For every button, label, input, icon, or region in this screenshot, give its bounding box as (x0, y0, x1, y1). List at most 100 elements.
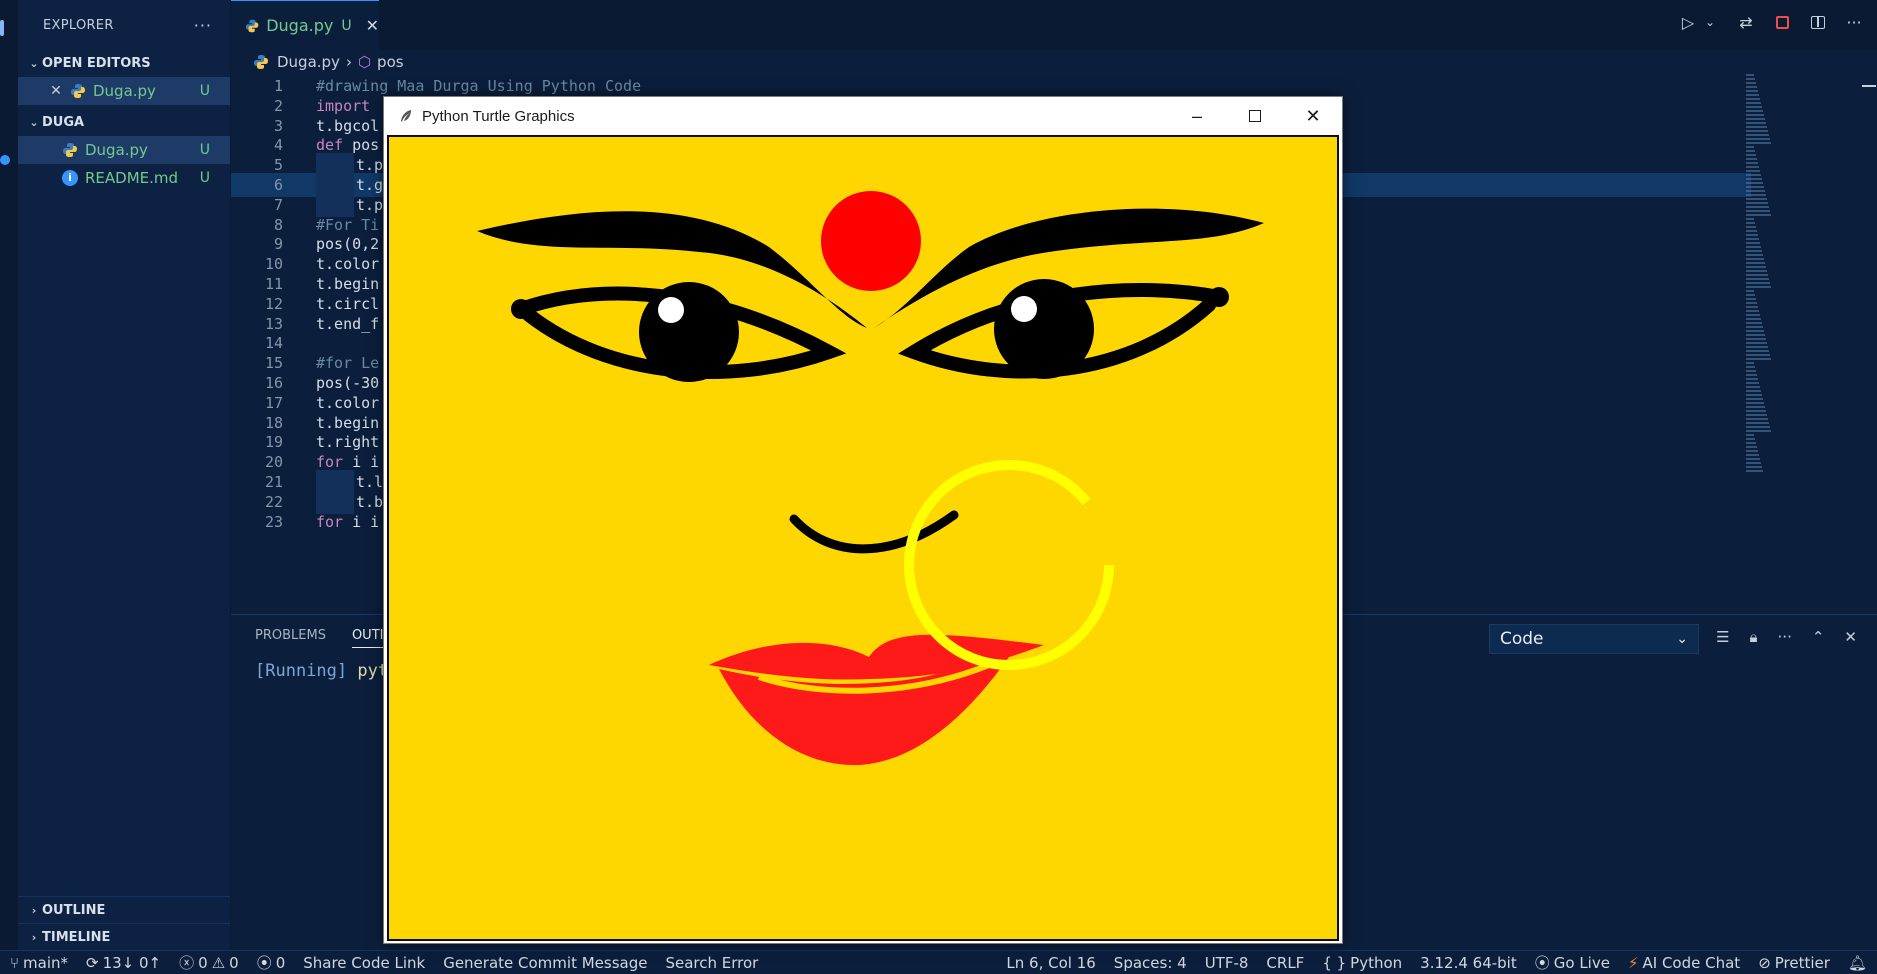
python-icon (63, 143, 77, 157)
close-icon[interactable]: ✕ (1844, 628, 1857, 646)
scroll-marker (1862, 85, 1876, 87)
search-error[interactable]: Search Error (665, 952, 758, 973)
prettier[interactable]: ⊘ Prettier (1758, 952, 1830, 973)
minimap-line (1746, 218, 1754, 220)
generate-commit-message[interactable]: Generate Commit Message (443, 952, 647, 973)
tab-problems[interactable]: PROBLEMS (255, 628, 326, 648)
indentation[interactable]: Spaces: 4 (1114, 952, 1187, 973)
left-iris (639, 282, 739, 382)
minimap-line (1746, 122, 1766, 124)
broadcast-icon: ⦿ (1534, 954, 1550, 972)
interpreter[interactable]: 3.12.4 64-bit (1420, 952, 1517, 973)
file-item-readme[interactable]: i README.md U (18, 164, 230, 192)
tab-output[interactable]: OUTI (351, 628, 384, 648)
lock-icon[interactable]: 🔒︎ (1750, 628, 1758, 646)
minimap-line (1746, 366, 1755, 368)
minimap-line (1746, 330, 1764, 332)
feather-icon (401, 110, 411, 122)
more-actions-icon[interactable]: ··· (1845, 13, 1863, 32)
explorer-activity-icon[interactable] (0, 20, 4, 36)
minimap-line (1746, 214, 1771, 216)
output-text: [Running] pyt (255, 661, 388, 681)
ai-code-chat[interactable]: ⚡︎ AI Code Chat (1628, 952, 1740, 973)
minimap-line (1746, 374, 1757, 376)
python-icon (245, 19, 259, 32)
maximize-icon[interactable] (1226, 97, 1284, 135)
right-iris (994, 279, 1094, 379)
tab-duga-py[interactable]: Duga.py U ✕ (231, 0, 379, 50)
breadcrumb-file[interactable]: Duga.py (277, 53, 340, 71)
file-item-duga-py[interactable]: Duga.py U (18, 136, 230, 164)
minimap-line (1746, 162, 1758, 164)
open-editor-item[interactable]: ✕ Duga.py U (18, 77, 230, 105)
status-bar: ⑂ main* ⟳ 13↓ 0↑ ⓧ 0 ⚠ 0 ⦿ 0 Share Code Link G… (0, 950, 1877, 974)
branch-name: main* (23, 953, 68, 972)
sync-item[interactable]: ⟳ 13↓ 0↑ (86, 952, 161, 973)
source-control-badge-icon[interactable] (0, 155, 10, 165)
turtle-graphics-window[interactable]: Python Turtle Graphics – ✕ (383, 96, 1343, 944)
close-icon[interactable]: ✕ (46, 83, 66, 99)
chevron-up-icon[interactable]: ⌃ (1812, 628, 1825, 646)
branch-item[interactable]: ⑂ main* (10, 952, 68, 973)
minimap-line (1746, 174, 1761, 176)
minimap-line (1746, 418, 1768, 420)
minimap-line (1746, 210, 1770, 212)
outline-section[interactable]: › OUTLINE (18, 896, 230, 923)
language-mode[interactable]: { } Python (1322, 952, 1402, 973)
clear-output-icon[interactable]: ☰ (1716, 628, 1729, 646)
turtle-canvas (387, 135, 1339, 941)
minimize-icon[interactable]: – (1168, 97, 1226, 135)
more-actions-icon[interactable]: ··· (1778, 628, 1792, 646)
minimap-line (1746, 230, 1757, 232)
minimap-line (1746, 438, 1755, 440)
minimap-line (1746, 206, 1769, 208)
open-editors-title: OPEN EDITORS (42, 56, 151, 71)
window-titlebar[interactable]: Python Turtle Graphics – ✕ (384, 97, 1342, 135)
line-ending[interactable]: CRLF (1266, 952, 1304, 973)
left-eye-highlight (658, 297, 684, 323)
minimap-line (1746, 158, 1757, 160)
open-editors-section[interactable]: ⌄ OPEN EDITORS (18, 50, 230, 77)
minimap-line (1746, 154, 1756, 156)
lightning-icon: ⚡︎ (1627, 953, 1639, 972)
python-icon (254, 55, 268, 69)
minimap-line (1746, 382, 1759, 384)
run-icon[interactable]: ▷ (1679, 13, 1697, 32)
compare-changes-icon[interactable]: ⇄ (1737, 13, 1755, 32)
bell-icon[interactable]: 🔔︎ (1848, 952, 1867, 973)
folder-section[interactable]: ⌄ DUGA (18, 109, 230, 136)
timeline-title: TIMELINE (42, 929, 111, 945)
stop-icon[interactable] (1773, 13, 1791, 31)
minimap-line (1746, 386, 1760, 388)
chevron-right-icon: › (31, 903, 37, 917)
minimap-line (1746, 138, 1770, 140)
braces-icon: { } (1322, 953, 1347, 972)
minimap-line (1746, 134, 1769, 136)
minimap-line (1746, 222, 1755, 224)
minimap-line (1746, 182, 1763, 184)
split-editor-icon[interactable] (1809, 13, 1827, 31)
ports-item[interactable]: ⦿ 0 (257, 952, 286, 973)
share-code-link[interactable]: Share Code Link (303, 952, 425, 973)
open-editor-filename: Duga.py (93, 82, 156, 100)
minimap-line (1746, 254, 1763, 256)
breadcrumb: Duga.py › ⬡ pos (231, 50, 404, 74)
symbol-method-icon: ⬡ (357, 53, 372, 71)
minimap[interactable] (1746, 74, 1786, 484)
more-actions-icon[interactable]: ··· (194, 16, 212, 35)
cursor-position[interactable]: Ln 6, Col 16 (1006, 952, 1095, 973)
minimap-line (1746, 142, 1771, 144)
minimap-line (1746, 326, 1763, 328)
problems-item[interactable]: ⓧ 0 ⚠ 0 (179, 952, 239, 973)
chevron-down-icon[interactable]: ⌄ (1701, 13, 1719, 31)
go-live[interactable]: ⦿ Go Live (1535, 952, 1610, 973)
timeline-section[interactable]: › TIMELINE (18, 923, 230, 950)
output-channel-select[interactable]: Code ⌄ (1489, 624, 1699, 654)
encoding[interactable]: UTF-8 (1205, 952, 1249, 973)
close-tab-icon[interactable]: ✕ (366, 16, 379, 35)
minimap-line (1746, 414, 1767, 416)
close-window-icon[interactable]: ✕ (1284, 97, 1342, 135)
breadcrumb-symbol[interactable]: pos (377, 53, 404, 71)
chevron-down-icon: ⌄ (29, 116, 39, 129)
minimap-line (1746, 198, 1767, 200)
